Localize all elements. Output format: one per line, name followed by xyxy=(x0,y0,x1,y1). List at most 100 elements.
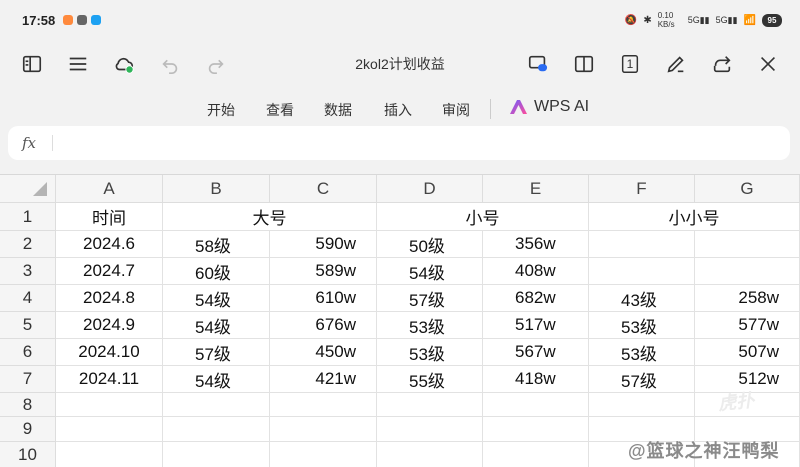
cell-E7[interactable]: 418w xyxy=(483,366,589,393)
cell-B3[interactable]: 60级 xyxy=(163,258,270,285)
toolbar: 2kol2计划收益 1 xyxy=(0,40,800,90)
select-all-corner[interactable] xyxy=(0,175,56,203)
cell-F6[interactable]: 53级 xyxy=(589,339,695,366)
cell-B2[interactable]: 58级 xyxy=(163,231,270,258)
cell-B8[interactable] xyxy=(163,393,270,417)
cell-E2[interactable]: 356w xyxy=(483,231,589,258)
col-header-F[interactable]: F xyxy=(589,175,695,203)
cell-F3[interactable] xyxy=(589,258,695,285)
cell-F4[interactable]: 43级 xyxy=(589,285,695,312)
cell-E10[interactable] xyxy=(483,442,589,467)
undo-icon[interactable] xyxy=(158,52,182,76)
cell-A4[interactable]: 2024.8 xyxy=(56,285,163,312)
cell-C2[interactable]: 590w xyxy=(270,231,377,258)
row-header-9[interactable]: 9 xyxy=(0,417,56,442)
row-header-3[interactable]: 3 xyxy=(0,258,56,285)
cell-E3[interactable]: 408w xyxy=(483,258,589,285)
cell-D2[interactable]: 50级 xyxy=(377,231,483,258)
col-header-G[interactable]: G xyxy=(695,175,800,203)
cell-F7[interactable]: 57级 xyxy=(589,366,695,393)
screen-cast-icon[interactable] xyxy=(526,52,550,76)
menu-icon[interactable] xyxy=(66,52,90,76)
row-header-6[interactable]: 6 xyxy=(0,339,56,366)
cell-A6[interactable]: 2024.10 xyxy=(56,339,163,366)
cell-C3[interactable]: 589w xyxy=(270,258,377,285)
cell-A5[interactable]: 2024.9 xyxy=(56,312,163,339)
cell-B5[interactable]: 54级 xyxy=(163,312,270,339)
cell-E6[interactable]: 567w xyxy=(483,339,589,366)
cell-C8[interactable] xyxy=(270,393,377,417)
wps-ai-button[interactable]: WPS AI xyxy=(508,98,589,116)
cell-G5[interactable]: 577w xyxy=(695,312,800,339)
cell-D1-merged[interactable]: 小号 xyxy=(377,203,589,231)
cell-A10[interactable] xyxy=(56,442,163,467)
tab-start[interactable]: 开始 xyxy=(207,100,235,120)
formula-bar[interactable]: fx xyxy=(8,126,790,160)
row-header-4[interactable]: 4 xyxy=(0,285,56,312)
cell-C9[interactable] xyxy=(270,417,377,442)
cell-D6[interactable]: 53级 xyxy=(377,339,483,366)
cell-A8[interactable] xyxy=(56,393,163,417)
cloud-sync-icon[interactable] xyxy=(112,52,136,76)
tab-view[interactable]: 查看 xyxy=(266,100,294,120)
row-header-5[interactable]: 5 xyxy=(0,312,56,339)
col-header-E[interactable]: E xyxy=(483,175,589,203)
cell-D3[interactable]: 54级 xyxy=(377,258,483,285)
cell-G3[interactable] xyxy=(695,258,800,285)
cell-A7[interactable]: 2024.11 xyxy=(56,366,163,393)
cell-F1-merged[interactable]: 小小号 xyxy=(589,203,800,231)
cell-C5[interactable]: 676w xyxy=(270,312,377,339)
redo-icon[interactable] xyxy=(204,52,228,76)
row-header-1[interactable]: 1 xyxy=(0,203,56,231)
outline-icon[interactable] xyxy=(20,52,44,76)
cell-E4[interactable]: 682w xyxy=(483,285,589,312)
cell-C4[interactable]: 610w xyxy=(270,285,377,312)
tab-review[interactable]: 审阅 xyxy=(442,100,470,120)
cell-C10[interactable] xyxy=(270,442,377,467)
cell-A2[interactable]: 2024.6 xyxy=(56,231,163,258)
cell-D5[interactable]: 53级 xyxy=(377,312,483,339)
col-header-C[interactable]: C xyxy=(270,175,377,203)
col-header-D[interactable]: D xyxy=(377,175,483,203)
cell-B9[interactable] xyxy=(163,417,270,442)
cell-B7[interactable]: 54级 xyxy=(163,366,270,393)
col-header-B[interactable]: B xyxy=(163,175,270,203)
cell-D4[interactable]: 57级 xyxy=(377,285,483,312)
tab-insert[interactable]: 插入 xyxy=(384,100,412,120)
cell-D7[interactable]: 55级 xyxy=(377,366,483,393)
row-header-10[interactable]: 10 xyxy=(0,442,56,467)
cell-F8[interactable] xyxy=(589,393,695,417)
cell-B10[interactable] xyxy=(163,442,270,467)
cell-D9[interactable] xyxy=(377,417,483,442)
split-view-icon[interactable] xyxy=(572,52,596,76)
cell-B1-merged[interactable]: 大号 xyxy=(163,203,377,231)
cell-G2[interactable] xyxy=(695,231,800,258)
row-header-7[interactable]: 7 xyxy=(0,366,56,393)
cell-A3[interactable]: 2024.7 xyxy=(56,258,163,285)
cell-C7[interactable]: 421w xyxy=(270,366,377,393)
share-icon[interactable] xyxy=(710,52,734,76)
row-header-8[interactable]: 8 xyxy=(0,393,56,417)
page-count-icon[interactable]: 1 xyxy=(618,52,642,76)
row-header-2[interactable]: 2 xyxy=(0,231,56,258)
cell-B6[interactable]: 57级 xyxy=(163,339,270,366)
cell-D10[interactable] xyxy=(377,442,483,467)
cell-G6[interactable]: 507w xyxy=(695,339,800,366)
pen-icon[interactable] xyxy=(664,52,688,76)
cell-E5[interactable]: 517w xyxy=(483,312,589,339)
cell-G4[interactable]: 258w xyxy=(695,285,800,312)
cell-F2[interactable] xyxy=(589,231,695,258)
cell-D8[interactable] xyxy=(377,393,483,417)
close-icon[interactable] xyxy=(756,52,780,76)
cell-C6[interactable]: 450w xyxy=(270,339,377,366)
cell-E8[interactable] xyxy=(483,393,589,417)
cell-B4[interactable]: 54级 xyxy=(163,285,270,312)
tab-data[interactable]: 数据 xyxy=(324,100,352,120)
col-header-A[interactable]: A xyxy=(56,175,163,203)
mute-icon: 🔕 xyxy=(624,14,638,26)
cell-E9[interactable] xyxy=(483,417,589,442)
cell-A1[interactable]: 时间 xyxy=(56,203,163,231)
cell-F5[interactable]: 53级 xyxy=(589,312,695,339)
cell-A9[interactable] xyxy=(56,417,163,442)
network-speed: 0.10 KB/s xyxy=(657,11,675,29)
